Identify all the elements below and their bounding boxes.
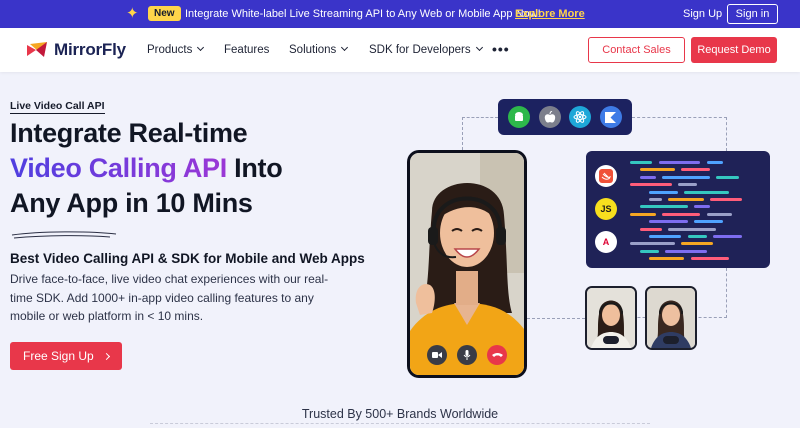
- explore-more-link[interactable]: Explore More: [515, 7, 585, 21]
- chevron-down-icon: [475, 43, 483, 52]
- nav-products-label: Products: [147, 44, 193, 56]
- js-icon: JS: [595, 198, 617, 220]
- video-camera-icon[interactable]: [427, 345, 447, 365]
- nav-solutions[interactable]: Solutions: [289, 43, 349, 57]
- underline-swoosh: [11, 231, 117, 239]
- nav-sdk-label: SDK for Developers: [369, 44, 471, 56]
- code-line: [694, 220, 723, 224]
- code-line: [649, 190, 678, 194]
- code-line: [649, 198, 662, 201]
- announcement-bar: ✦ New Integrate White-label Live Streami…: [0, 0, 800, 28]
- nav-features[interactable]: Features: [224, 43, 269, 57]
- code-line: [639, 175, 656, 179]
- audio-wave-icon: [603, 336, 619, 344]
- contact-sales-button[interactable]: Contact Sales: [588, 37, 685, 63]
- code-line: [690, 257, 730, 261]
- sparkle-icon: ✦: [126, 5, 139, 22]
- code-line: [662, 175, 710, 179]
- code-line: [678, 183, 698, 187]
- participant-thumbnail: [645, 286, 697, 350]
- code-line: [668, 227, 717, 231]
- participant-thumbnail: [585, 286, 637, 350]
- code-line: [687, 235, 707, 238]
- connector-line: [632, 117, 727, 151]
- nav-sdk[interactable]: SDK for Developers: [369, 43, 483, 57]
- sign-up-link[interactable]: Sign Up: [683, 7, 722, 21]
- code-line: [630, 161, 653, 164]
- more-menu-icon[interactable]: •••: [492, 42, 510, 56]
- chevron-right-icon: [102, 352, 110, 361]
- nav-solutions-label: Solutions: [289, 44, 337, 56]
- microphone-icon[interactable]: [457, 345, 477, 365]
- new-badge: New: [148, 6, 181, 21]
- free-sign-up-label: Free Sign Up: [23, 349, 94, 363]
- android-icon: [508, 106, 531, 128]
- angular-icon: A: [595, 231, 617, 253]
- code-line: [639, 168, 675, 172]
- code-line: [665, 249, 707, 253]
- connector-line: [462, 117, 498, 150]
- hero-subhead: Best Video Calling API & SDK for Mobile …: [10, 251, 365, 266]
- headline-highlight: Video Calling API: [10, 153, 227, 183]
- announcement-text[interactable]: Integrate White-label Live Streaming API…: [185, 7, 541, 21]
- nav-features-label: Features: [224, 44, 270, 56]
- code-line: [649, 220, 688, 224]
- code-line: [630, 242, 675, 246]
- connector-line: [527, 318, 585, 319]
- headline-line-2-rest: Into: [226, 153, 283, 183]
- code-line: [716, 175, 739, 179]
- code-line: [630, 212, 656, 216]
- nav-products[interactable]: Products: [147, 43, 205, 57]
- code-line: [706, 212, 733, 216]
- chevron-down-icon: [197, 43, 205, 52]
- code-line: [639, 249, 659, 253]
- code-snippet-card: JS A: [586, 151, 770, 268]
- code-line: [713, 235, 742, 238]
- hero-headline: Integrate Real-time Video Calling API In…: [10, 116, 340, 221]
- logo-text: MirrorFly: [54, 40, 126, 59]
- headline-line-3: Any App in 10 Mins: [10, 188, 253, 218]
- audio-wave-icon: [663, 336, 679, 344]
- code-line: [649, 257, 685, 261]
- code-line: [710, 198, 742, 201]
- phone-mockup: [407, 150, 527, 378]
- code-line: [639, 227, 662, 231]
- hero-body: Drive face-to-face, live video chat expe…: [10, 272, 329, 323]
- headline-line-2: Video Calling API Into: [10, 151, 340, 186]
- code-line: [681, 242, 714, 246]
- code-line: [639, 205, 688, 209]
- free-sign-up-button[interactable]: Free Sign Up: [10, 342, 122, 370]
- code-line: [681, 168, 710, 172]
- chevron-down-icon: [341, 43, 349, 52]
- eyebrow-label: Live Video Call API: [10, 100, 105, 114]
- headline-line-1: Integrate Real-time: [10, 118, 248, 148]
- mirrorfly-logo[interactable]: MirrorFly: [26, 40, 126, 60]
- code-line: [649, 235, 682, 238]
- react-icon: [569, 106, 592, 128]
- request-demo-button[interactable]: Request Demo: [691, 37, 777, 63]
- kotlin-icon: [599, 106, 622, 128]
- mirrorfly-logo-icon: [27, 42, 47, 57]
- end-call-icon[interactable]: [487, 345, 507, 365]
- main-nav: MirrorFly Products Features Solutions SD…: [0, 28, 800, 72]
- code-line: [658, 161, 701, 164]
- platform-icons-card: [498, 99, 632, 135]
- call-controls: [410, 345, 524, 365]
- trusted-by-heading: Trusted By 500+ Brands Worldwide: [301, 407, 499, 421]
- swift-icon: [595, 165, 617, 187]
- code-line: [662, 212, 701, 216]
- code-line: [668, 198, 704, 201]
- brand-logos-strip: [150, 423, 650, 428]
- code-line: [706, 161, 723, 164]
- sign-in-button[interactable]: Sign in: [727, 4, 778, 24]
- video-call-screen: [410, 153, 524, 375]
- code-line: [630, 183, 672, 187]
- apple-icon: [538, 106, 561, 128]
- code-line: [684, 190, 730, 194]
- caller-portrait-image: [410, 153, 524, 375]
- code-line: [694, 205, 710, 209]
